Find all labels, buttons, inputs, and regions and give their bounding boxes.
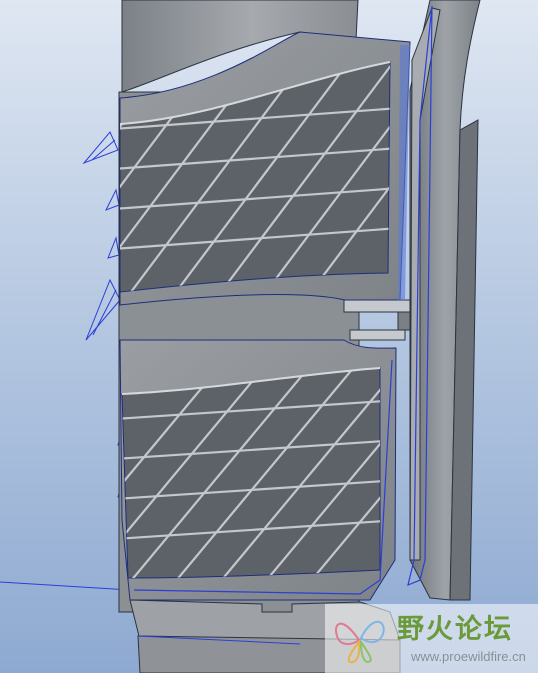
cad-viewport[interactable]: 野火论坛 www.proewildfire.cn <box>0 0 538 673</box>
forum-watermark: 野火论坛 www.proewildfire.cn <box>325 604 538 673</box>
tread-fins <box>0 131 131 591</box>
butterfly-icon <box>335 620 385 664</box>
tire-tread-model[interactable] <box>0 0 538 673</box>
watermark-url: www.proewildfire.cn <box>411 649 526 664</box>
watermark-title: 野火论坛 <box>397 614 513 645</box>
